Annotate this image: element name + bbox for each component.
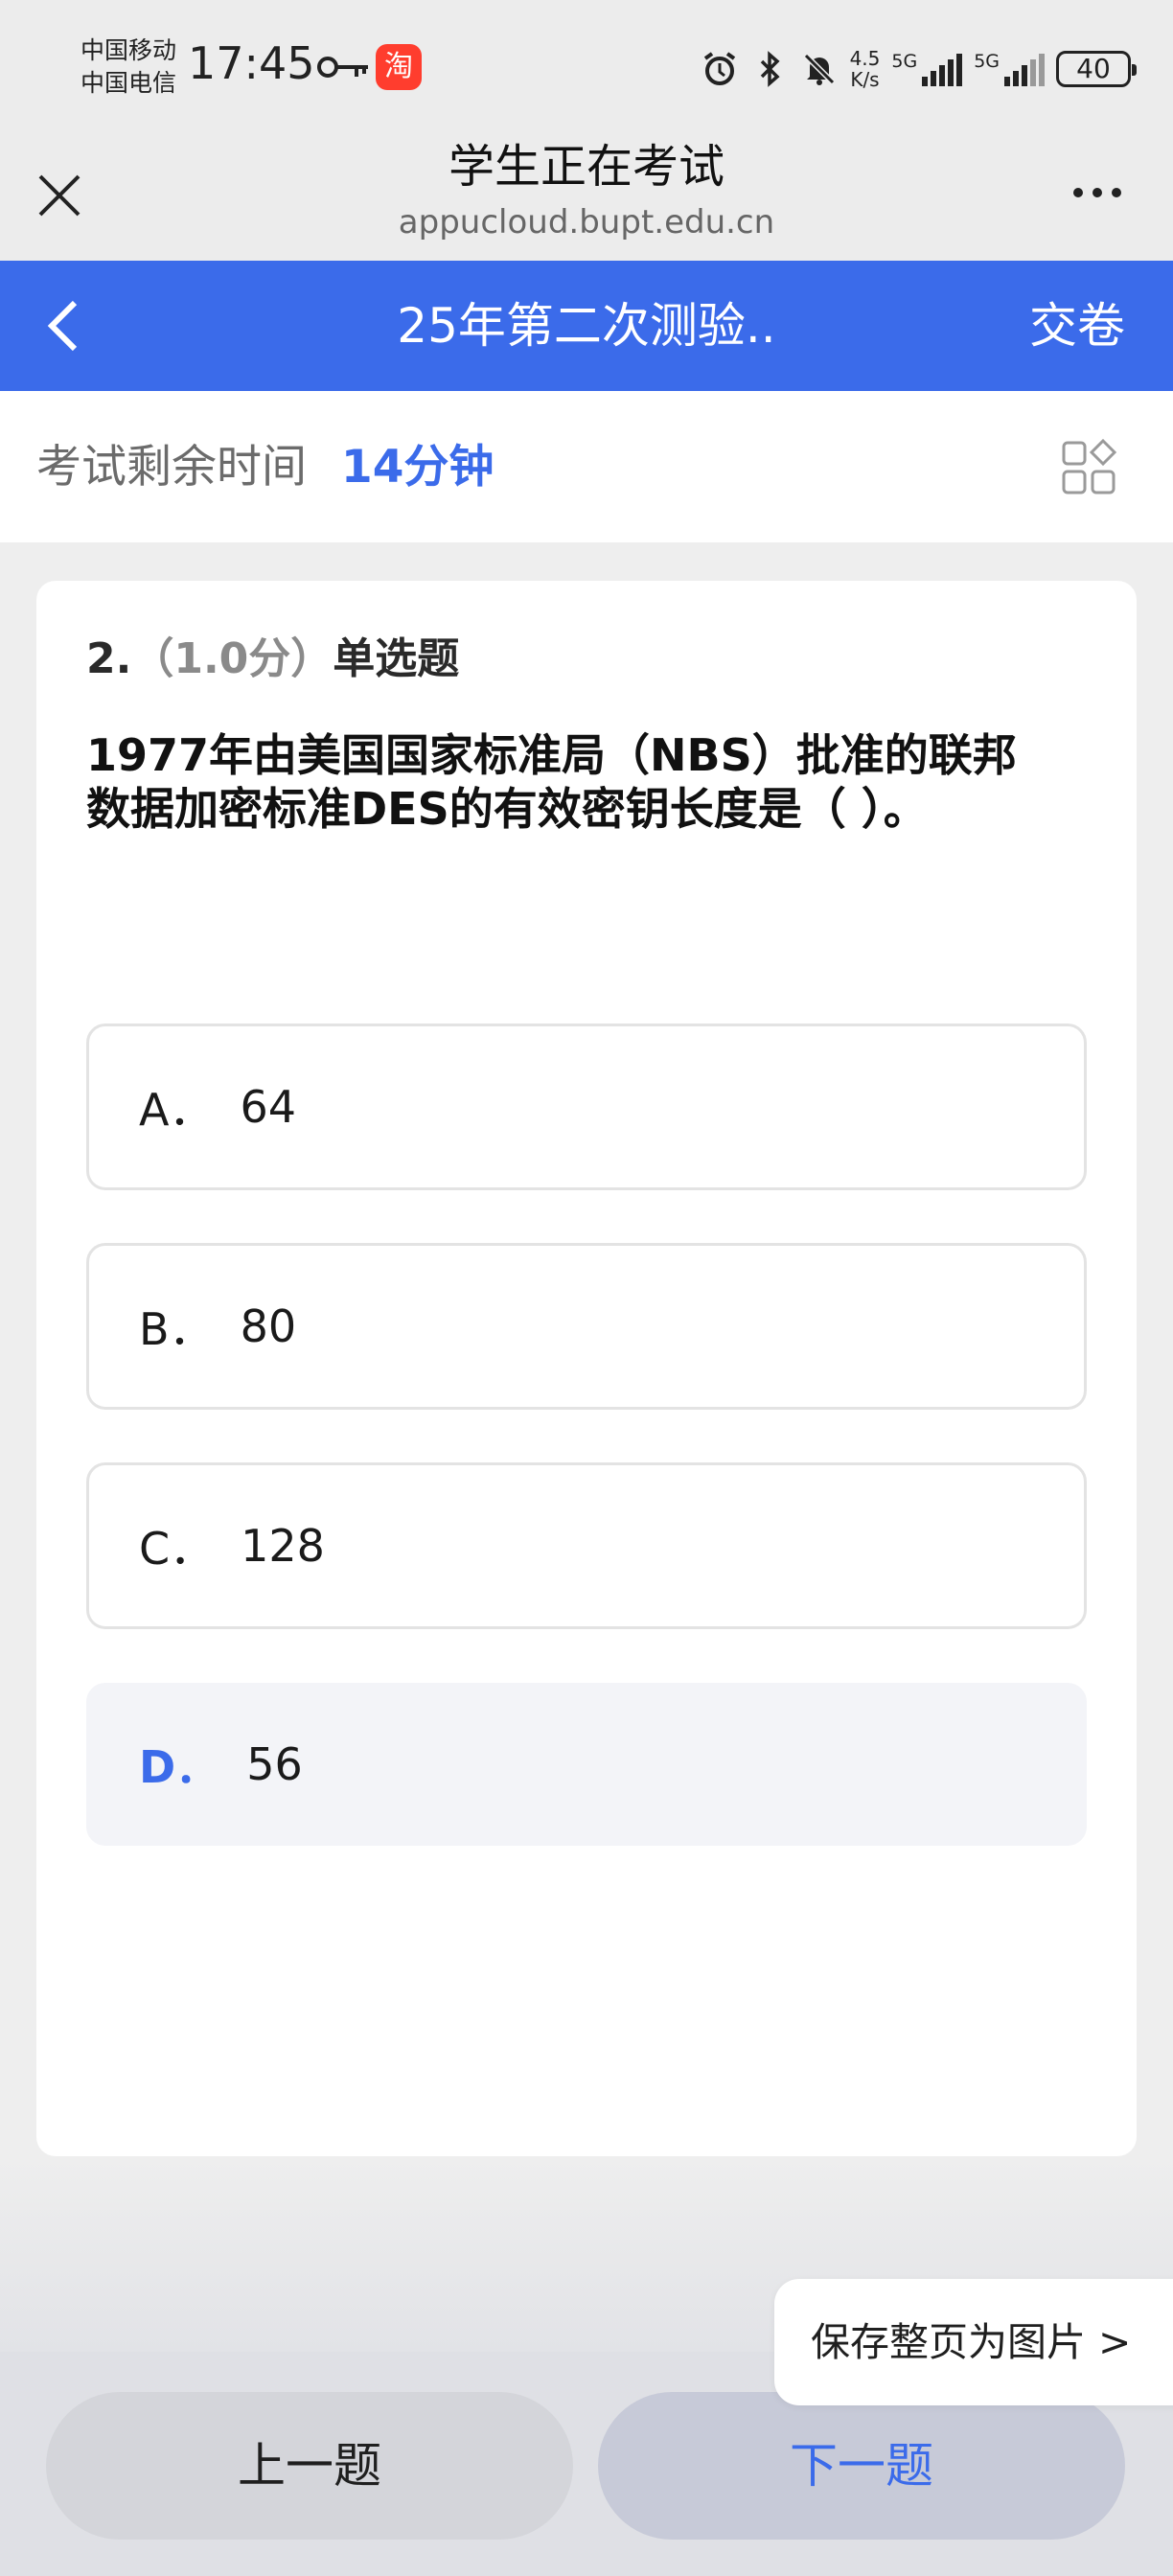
taobao-icon: 淘 bbox=[376, 44, 422, 90]
more-dot-icon bbox=[1112, 188, 1121, 197]
question-text-line-2: 数据加密标准DES的有效密钥长度是（ ）。 bbox=[86, 783, 928, 835]
key-icon bbox=[317, 57, 368, 78]
status-time: 17:45 bbox=[188, 37, 315, 89]
more-dot-icon bbox=[1092, 188, 1102, 197]
exam-header: 25年第二次测验.. 交卷 bbox=[0, 261, 1173, 391]
question-score: （1.0分） bbox=[131, 634, 334, 683]
net-speed-unit: K/s bbox=[850, 68, 880, 91]
signal-2-label: 5G bbox=[974, 51, 1000, 72]
status-bar: 中国移动 中国电信 17:45 淘 4.5 K/s 5G 5G 40 bbox=[0, 0, 1173, 134]
question-number: 2. bbox=[86, 634, 132, 683]
question-grid-icon[interactable] bbox=[1060, 439, 1117, 496]
net-speed: 4.5 K/s bbox=[850, 48, 881, 90]
option-value: 56 bbox=[246, 1738, 303, 1790]
time-remaining-label: 考试剩余时间 bbox=[36, 441, 307, 494]
option-d[interactable]: D． 56 bbox=[86, 1683, 1087, 1846]
carrier-names: 中国移动 中国电信 bbox=[80, 34, 176, 100]
next-question-button[interactable]: 下一题 bbox=[598, 2392, 1125, 2540]
option-letter: A． bbox=[139, 1084, 214, 1136]
carrier-2: 中国电信 bbox=[80, 69, 177, 97]
bluetooth-icon bbox=[760, 51, 780, 87]
time-remaining-bar: 考试剩余时间 14分钟 bbox=[0, 391, 1173, 542]
option-value: 80 bbox=[240, 1300, 297, 1352]
question-card: 2.（1.0分）单选题 1977年由美国国家标准局（NBS）批准的联邦 数据加密… bbox=[36, 581, 1137, 2156]
net-speed-value: 4.5 bbox=[849, 47, 881, 70]
time-remaining-value: 14分钟 bbox=[341, 441, 494, 494]
battery-icon: 40 bbox=[1056, 51, 1137, 87]
question-type: 单选题 bbox=[333, 634, 460, 683]
more-menu-button[interactable] bbox=[1073, 188, 1121, 197]
question-text: 1977年由美国国家标准局（NBS）批准的联邦 数据加密标准DES的有效密钥长度… bbox=[86, 728, 1083, 836]
previous-question-button[interactable]: 上一题 bbox=[46, 2392, 573, 2540]
exam-title: 25年第二次测验.. bbox=[397, 298, 776, 354]
option-b[interactable]: B． 80 bbox=[86, 1243, 1087, 1410]
signal-1-label: 5G bbox=[891, 51, 918, 72]
submit-exam-button[interactable]: 交卷 bbox=[1029, 297, 1125, 355]
question-text-line-1: 1977年由美国国家标准局（NBS）批准的联邦 bbox=[86, 729, 1017, 781]
exam-page: 中国移动 中国电信 17:45 淘 4.5 K/s 5G 5G 40 学生正在考… bbox=[0, 0, 1173, 2576]
option-value: 64 bbox=[240, 1081, 297, 1133]
option-value: 128 bbox=[241, 1520, 325, 1572]
browser-title-bar: 学生正在考试 appucloud.bupt.edu.cn bbox=[0, 134, 1173, 261]
mute-icon bbox=[803, 53, 835, 85]
option-letter: B． bbox=[139, 1303, 214, 1355]
alarm-icon bbox=[703, 52, 735, 85]
page-title: 学生正在考试 bbox=[448, 140, 724, 194]
more-dot-icon bbox=[1073, 188, 1083, 197]
save-page-as-image-button[interactable]: 保存整页为图片 > bbox=[774, 2279, 1173, 2405]
page-url: appucloud.bupt.edu.cn bbox=[398, 203, 775, 242]
status-indicators: 4.5 K/s 5G 5G 40 bbox=[701, 42, 1137, 96]
signal-1-icon: 5G bbox=[891, 51, 963, 86]
battery-level: 40 bbox=[1076, 53, 1111, 84]
signal-2-icon: 5G bbox=[974, 52, 1045, 86]
option-letter: D． bbox=[139, 1741, 220, 1793]
option-a[interactable]: A． 64 bbox=[86, 1024, 1087, 1190]
option-letter: C． bbox=[139, 1523, 215, 1575]
carrier-1: 中国移动 bbox=[80, 36, 177, 64]
option-c[interactable]: C． 128 bbox=[86, 1462, 1087, 1629]
question-meta: 2.（1.0分）单选题 bbox=[86, 631, 459, 688]
